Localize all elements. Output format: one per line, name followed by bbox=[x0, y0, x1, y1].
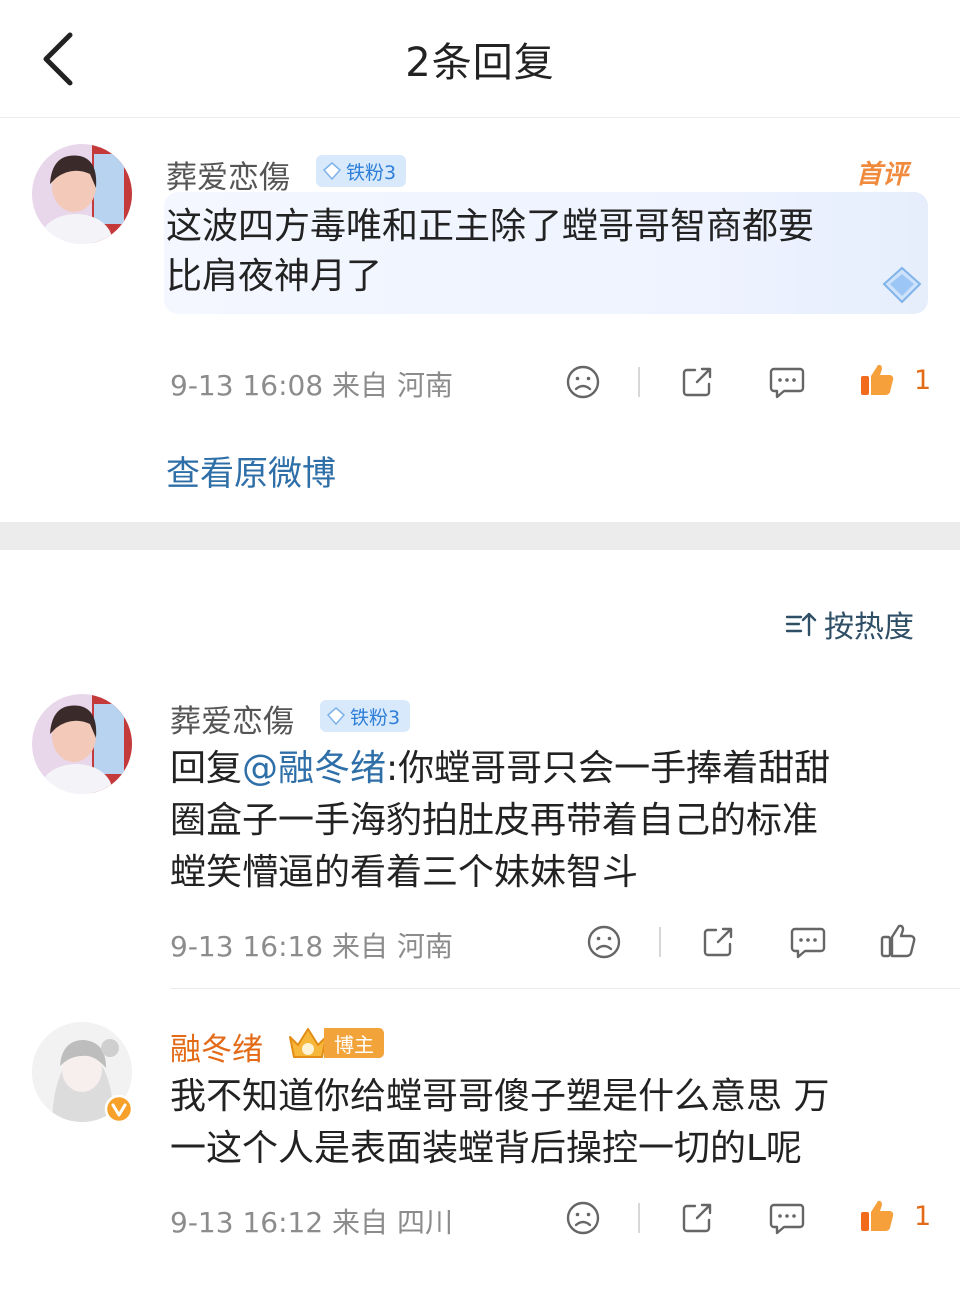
sort-toggle[interactable]: 按热度 bbox=[784, 602, 914, 646]
frown-icon bbox=[587, 925, 621, 959]
avatar[interactable] bbox=[32, 144, 132, 244]
section-divider bbox=[0, 522, 960, 550]
comment-text-line: 圈盒子一手海豹拍肚皮再带着自己的标准 bbox=[170, 800, 819, 841]
avatar[interactable] bbox=[32, 694, 132, 794]
first-comment-tag: 首评 bbox=[856, 160, 909, 190]
timestamp: 9-13 16:12 来自 四川 bbox=[170, 1206, 453, 1239]
share-button[interactable] bbox=[677, 362, 717, 402]
timestamp: 9-13 16:08 来自 河南 bbox=[170, 369, 453, 402]
comment-text-line: 螳笑懵逼的看着三个妹妹智斗 bbox=[170, 852, 639, 893]
share-icon bbox=[682, 367, 712, 397]
timestamp: 9-13 16:18 来自 河南 bbox=[170, 930, 453, 963]
separator bbox=[638, 1203, 640, 1233]
share-button[interactable] bbox=[677, 1198, 717, 1238]
top-bar: 2条回复 bbox=[0, 0, 960, 118]
comment-icon bbox=[790, 927, 826, 959]
thumbs-up-icon bbox=[880, 924, 916, 958]
separator bbox=[638, 367, 640, 397]
comment-icon bbox=[769, 1203, 805, 1235]
reply-divider bbox=[170, 988, 960, 989]
username[interactable]: 葬爱恋傷 bbox=[166, 152, 290, 197]
comment-text-line: 比肩夜神月了 bbox=[166, 256, 383, 297]
separator bbox=[659, 927, 661, 957]
diamond-icon bbox=[322, 162, 342, 181]
like-button[interactable] bbox=[857, 1196, 897, 1236]
share-icon bbox=[703, 927, 733, 957]
fan-badge: 铁粉3 bbox=[316, 155, 407, 187]
comment-text-line: 这波四方毒唯和正主除了螳哥哥智商都要 bbox=[166, 206, 815, 247]
sort-label: 按热度 bbox=[824, 610, 914, 645]
share-icon bbox=[682, 1203, 712, 1233]
comment-text-line: 我不知道你给螳哥哥傻子塑是什么意思 万 bbox=[170, 1076, 830, 1117]
like-count: 1 bbox=[914, 365, 932, 396]
comment-button[interactable] bbox=[767, 362, 807, 402]
badge-label: 博主 bbox=[324, 1028, 384, 1058]
like-button[interactable] bbox=[878, 921, 918, 961]
dislike-button[interactable] bbox=[584, 922, 624, 962]
share-button[interactable] bbox=[698, 922, 738, 962]
thumbs-up-filled-icon bbox=[861, 364, 894, 395]
verified-icon bbox=[104, 1094, 134, 1124]
fan-badge: 铁粉3 bbox=[320, 700, 411, 732]
comment-text-line: 回复@融冬绪:你螳哥哥只会一手捧着甜甜 bbox=[170, 748, 831, 789]
diamond-decoration-icon bbox=[882, 266, 922, 304]
blogger-badge: 博主 bbox=[286, 1026, 384, 1060]
dislike-button[interactable] bbox=[563, 1198, 603, 1238]
diamond-icon bbox=[326, 707, 346, 726]
frown-icon bbox=[566, 365, 600, 399]
comment-button[interactable] bbox=[767, 1198, 807, 1238]
comment-text-line: 一这个人是表面装螳背后操控一切的L呢 bbox=[170, 1128, 803, 1169]
comment-button[interactable] bbox=[788, 922, 828, 962]
like-count: 1 bbox=[914, 1201, 932, 1232]
dislike-button[interactable] bbox=[563, 362, 603, 402]
view-original-link[interactable]: 查看原微博 bbox=[166, 446, 336, 495]
like-button[interactable] bbox=[857, 360, 897, 400]
thumbs-up-filled-icon bbox=[861, 1200, 894, 1231]
badge-label: 铁粉3 bbox=[350, 706, 401, 729]
username[interactable]: 葬爱恋傷 bbox=[170, 696, 294, 741]
sort-icon bbox=[785, 612, 817, 637]
comment-icon bbox=[769, 367, 805, 399]
mention-link[interactable]: @融冬绪 bbox=[242, 748, 386, 789]
page-title: 2条回复 bbox=[405, 40, 555, 86]
frown-icon bbox=[566, 1201, 600, 1235]
username[interactable]: 融冬绪 bbox=[170, 1024, 263, 1069]
badge-label: 铁粉3 bbox=[346, 161, 397, 184]
